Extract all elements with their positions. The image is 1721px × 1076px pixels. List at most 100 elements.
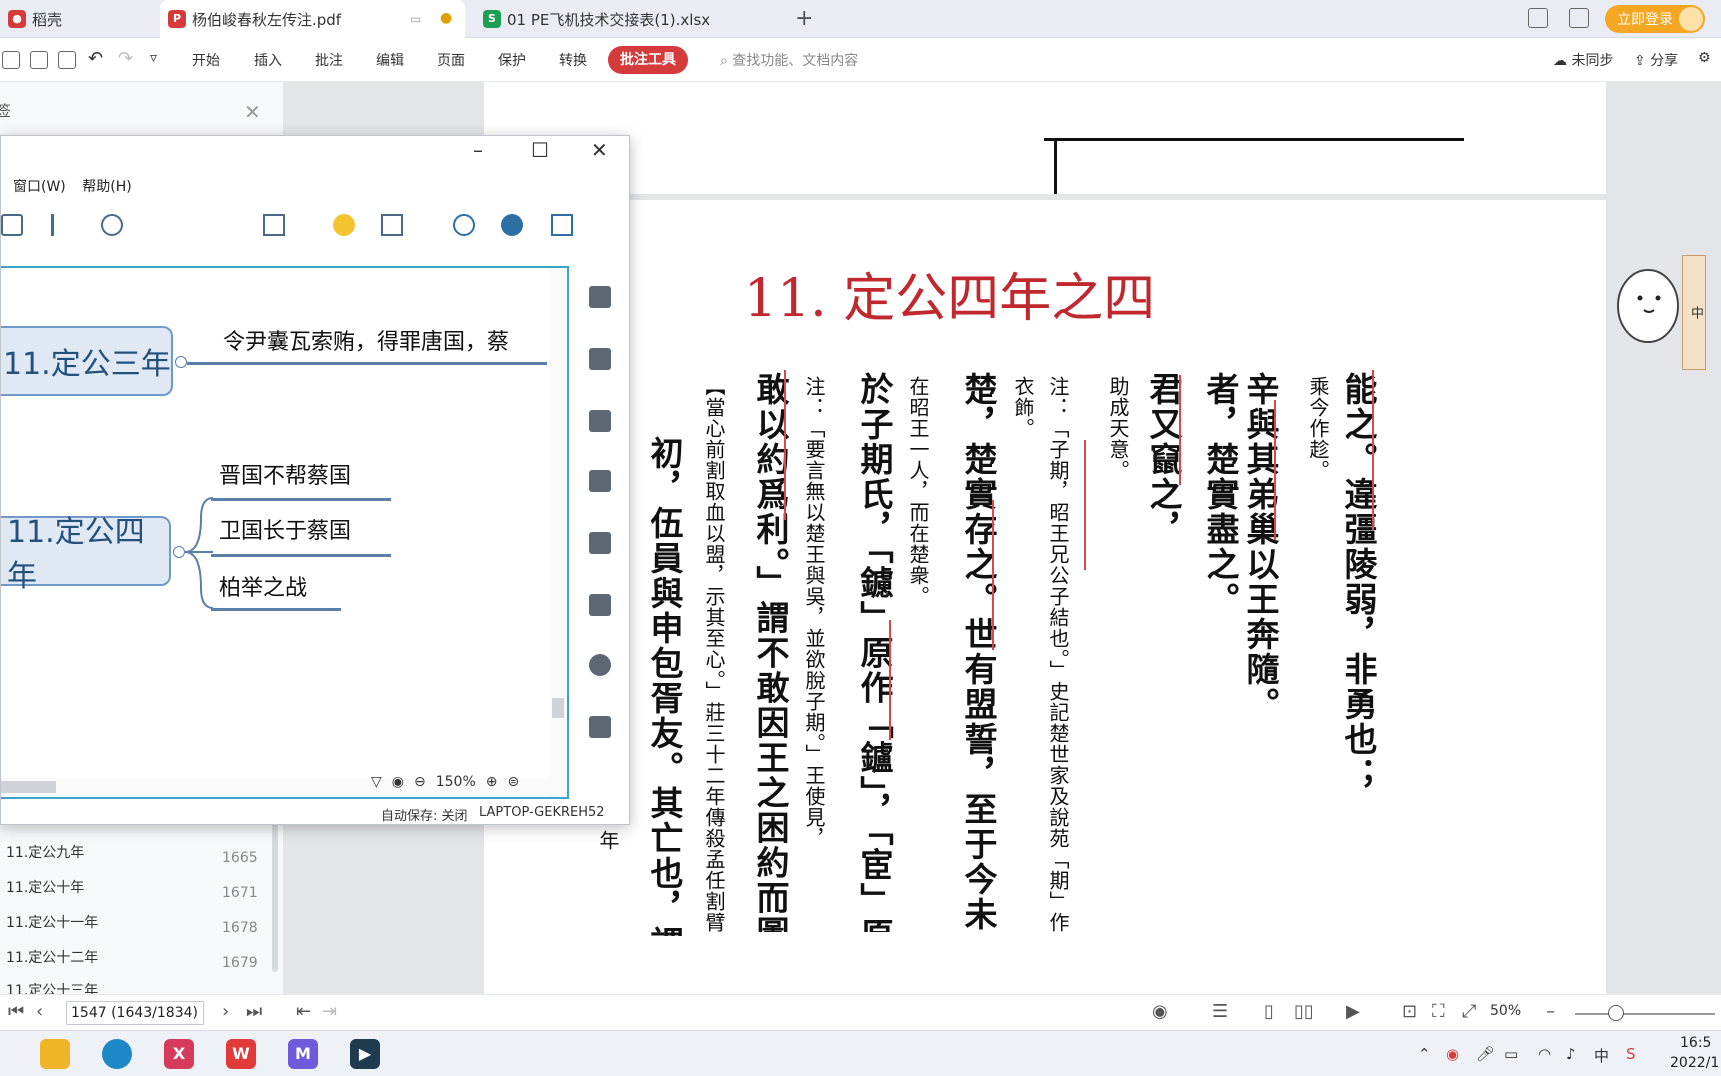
clock-time[interactable]: 16:5 xyxy=(1680,1035,1711,1051)
first-page-icon[interactable]: ⏮ xyxy=(8,1001,24,1022)
prev-page-icon[interactable]: ‹ xyxy=(36,1001,43,1022)
volume-icon[interactable]: ♪ xyxy=(1566,1045,1576,1063)
more-icon[interactable] xyxy=(101,214,123,236)
share-icon[interactable] xyxy=(501,214,523,236)
microphone-icon[interactable]: 🎤︎ xyxy=(1476,1045,1495,1063)
share-button[interactable]: ⇪ 分享 xyxy=(1634,50,1678,70)
tray-expand-icon[interactable]: ⌃ xyxy=(1418,1045,1431,1063)
new-tab-button[interactable]: + xyxy=(795,6,813,31)
zoom-in-button[interactable]: ⊕ xyxy=(486,774,498,790)
toc-item[interactable]: 11.定公九年 xyxy=(6,842,84,862)
window-titlebar[interactable]: – ☐ ✕ xyxy=(1,136,629,172)
file-explorer-icon[interactable] xyxy=(40,1039,70,1069)
ime-indicator[interactable]: 中 xyxy=(1594,1045,1609,1066)
monitor-icon[interactable]: ▭ xyxy=(410,12,421,26)
menu-convert[interactable]: 转换 xyxy=(559,50,587,70)
wifi-icon[interactable]: ◠ xyxy=(1538,1045,1551,1063)
record-icon[interactable]: ◉ xyxy=(1446,1045,1459,1063)
menu-annotate-tool[interactable]: 批注工具 xyxy=(608,46,688,74)
mindmap-node[interactable]: 11.定公四年 xyxy=(1,515,171,594)
app-icon[interactable]: M xyxy=(288,1039,318,1069)
mindmap-topic[interactable]: 柏举之战 xyxy=(219,570,307,602)
zoom-slider[interactable] xyxy=(1575,1013,1715,1015)
filter-icon[interactable]: ▽ xyxy=(371,774,382,790)
page-number-input[interactable]: 1547 (1643/1834) xyxy=(66,1001,204,1025)
structure-icon[interactable] xyxy=(1,214,23,236)
toc-item[interactable]: 11.定公十二年 xyxy=(6,947,98,967)
eye-protect-icon[interactable]: ◉ xyxy=(1152,1001,1168,1022)
mindmap-topic[interactable]: 令尹囊瓦索贿，得罪唐国，蔡 xyxy=(223,324,509,356)
scroll-thumb[interactable] xyxy=(1,781,56,793)
task-icon[interactable] xyxy=(589,716,611,738)
minimize-icon[interactable]: – xyxy=(473,138,483,162)
note-icon[interactable] xyxy=(589,594,611,616)
zoom-level[interactable]: 50% xyxy=(1490,1003,1521,1019)
menu-help[interactable]: 帮助(H) xyxy=(82,179,131,195)
outline-list-icon[interactable] xyxy=(589,286,611,308)
forward-icon[interactable]: ⇥ xyxy=(322,1001,337,1022)
menu-window[interactable]: 窗口(W) xyxy=(13,179,66,195)
mindmap-topic[interactable]: 卫国长于蔡国 xyxy=(219,513,351,545)
tab-daoke[interactable]: ● 稻壳 xyxy=(0,0,150,38)
toc-item[interactable]: 11.定公十年 xyxy=(6,877,84,897)
menu-page[interactable]: 页面 xyxy=(437,50,465,70)
wps-icon[interactable]: W xyxy=(226,1039,256,1069)
close-icon[interactable]: ✕ xyxy=(244,100,261,124)
terminal-icon[interactable]: ▶ xyxy=(350,1039,380,1069)
menu-annotate[interactable]: 批注 xyxy=(315,50,343,70)
single-page-icon[interactable]: ▯ xyxy=(1264,1001,1274,1022)
scroll-thumb[interactable] xyxy=(552,698,564,718)
last-page-icon[interactable]: ⏭ xyxy=(246,1001,262,1022)
comment-icon[interactable] xyxy=(589,654,611,676)
quick-more-icon[interactable]: ▿ xyxy=(150,50,157,66)
double-page-icon[interactable]: ▯▯ xyxy=(1294,1001,1314,1022)
fit-page-icon[interactable]: ⛶ xyxy=(1432,1001,1445,1022)
login-button[interactable]: 立即登录 xyxy=(1605,5,1705,33)
vertical-scrollbar[interactable] xyxy=(549,268,567,797)
fit-button[interactable]: ⊜ xyxy=(508,774,520,790)
grid-apps-icon[interactable] xyxy=(1569,8,1589,28)
mindmap-node[interactable]: 11.定公三年 xyxy=(1,326,173,396)
tab-pdf[interactable]: P 杨伯峻春秋左传注.pdf ▭ ● xyxy=(160,0,465,38)
flag-icon[interactable] xyxy=(589,470,611,492)
panel-scrollbar[interactable] xyxy=(272,822,278,972)
toc-item[interactable]: 11.定公十一年 xyxy=(6,912,98,932)
search-input[interactable]: ⌕ 查找功能、文档内容 xyxy=(720,50,858,70)
export-icon[interactable] xyxy=(551,214,573,236)
next-page-icon[interactable]: › xyxy=(222,1001,229,1022)
idea-bulb-icon[interactable] xyxy=(333,214,355,236)
text-style-icon[interactable] xyxy=(589,532,611,554)
sync-status[interactable]: ☁ 未同步 xyxy=(1553,50,1613,70)
menu-edit[interactable]: 编辑 xyxy=(376,50,404,70)
battery-icon[interactable]: ▭ xyxy=(1504,1045,1518,1063)
back-icon[interactable]: ⇤ xyxy=(296,1001,311,1022)
outline-icon[interactable] xyxy=(51,214,73,236)
clock-date[interactable]: 2022/1 xyxy=(1670,1055,1719,1071)
panel-icon[interactable] xyxy=(381,214,403,236)
undo-icon[interactable]: ↶ xyxy=(88,48,103,69)
print-icon[interactable] xyxy=(58,51,76,69)
actual-size-icon[interactable]: ⊡ xyxy=(1402,1001,1417,1022)
close-icon[interactable]: ✕ xyxy=(591,138,608,162)
edge-browser-icon[interactable] xyxy=(102,1039,132,1069)
settings-gear-icon[interactable]: ⚙ xyxy=(1698,50,1711,66)
collapse-toggle[interactable] xyxy=(173,546,185,558)
window-mode-icon[interactable] xyxy=(1528,8,1548,28)
presentation-icon[interactable] xyxy=(263,214,285,236)
toc-item[interactable]: 11.定公十三年 xyxy=(6,980,98,994)
menu-start[interactable]: 开始 xyxy=(192,50,220,70)
zoom-out-button[interactable]: ⊖ xyxy=(414,774,426,790)
maximize-icon[interactable]: ☐ xyxy=(531,138,549,162)
format-brush-icon[interactable] xyxy=(589,348,611,370)
menu-insert[interactable]: 插入 xyxy=(254,50,282,70)
menu-protect[interactable]: 保护 xyxy=(498,50,526,70)
redo-icon[interactable]: ↷ xyxy=(118,48,133,69)
save-icon[interactable] xyxy=(30,51,48,69)
mindmap-topic[interactable]: 晋国不帮蔡国 xyxy=(219,458,351,490)
collapse-toggle[interactable] xyxy=(175,356,187,368)
xmind-icon[interactable]: X xyxy=(164,1039,194,1069)
tab-xlsx[interactable]: S 01 PE飞机技术交接表(1).xlsx xyxy=(475,0,785,38)
zoom-out-icon[interactable]: – xyxy=(1546,1001,1555,1022)
open-folder-icon[interactable] xyxy=(2,51,20,69)
play-icon[interactable]: ▶ xyxy=(1346,1001,1360,1022)
